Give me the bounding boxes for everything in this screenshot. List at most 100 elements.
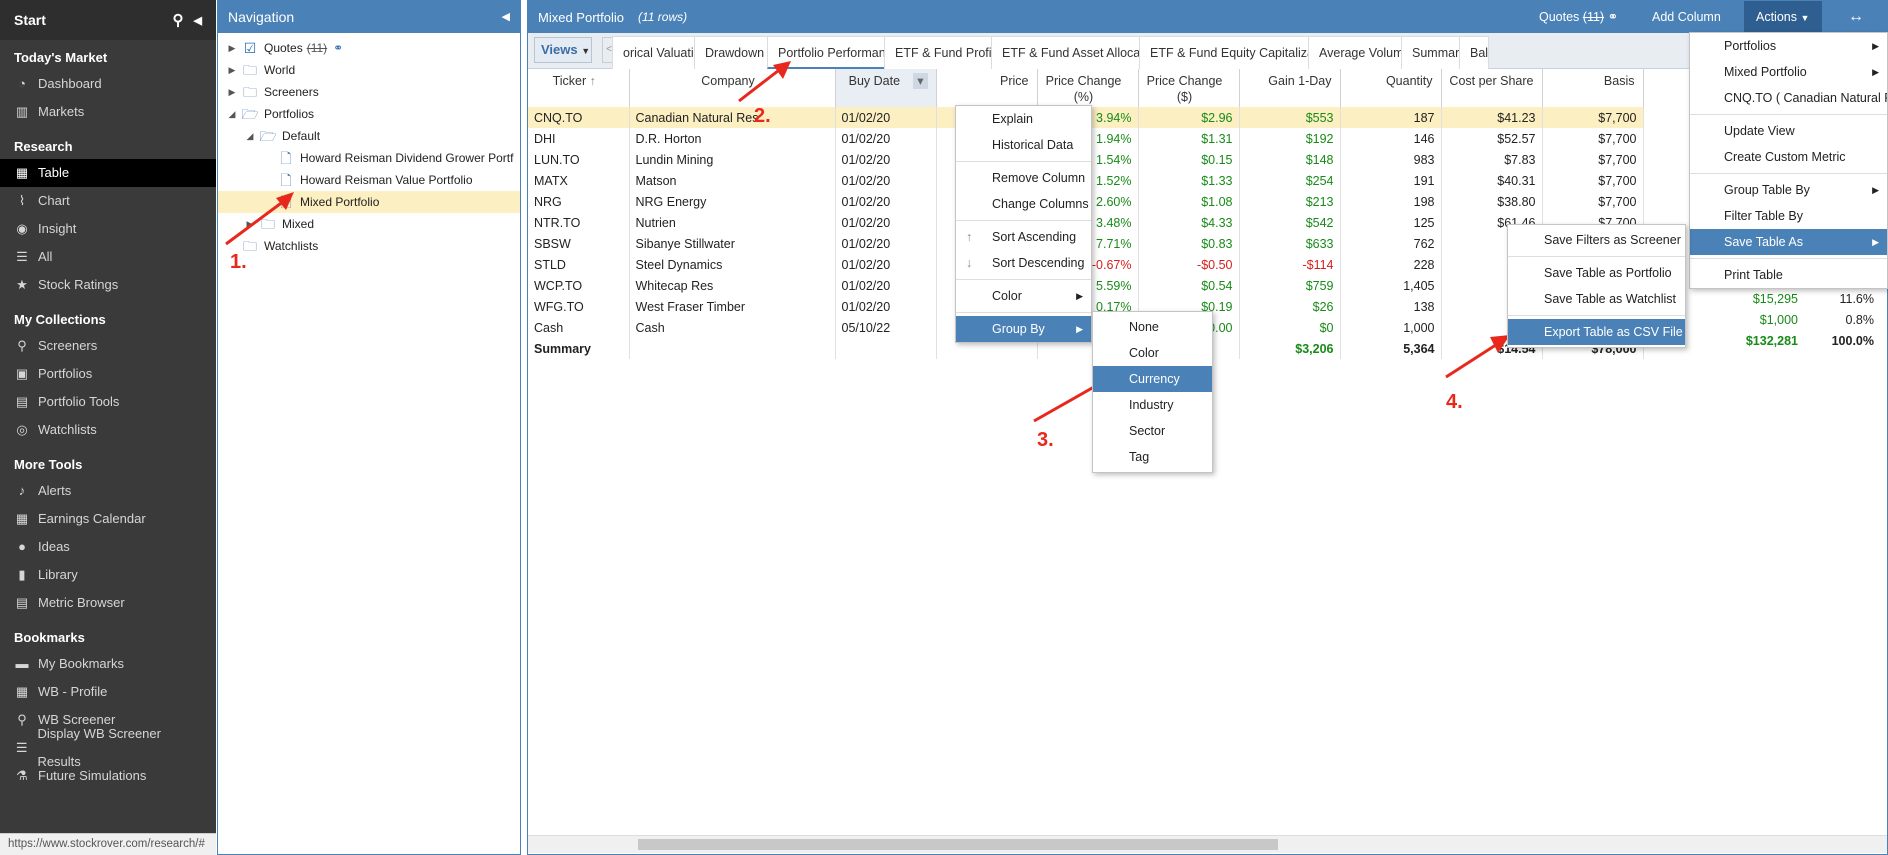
column-header[interactable]: Ticker ↑ [528, 69, 630, 107]
sidebar-item-earnings-calendar[interactable]: ▦ Earnings Calendar [0, 505, 216, 533]
expand-icon[interactable]: ↔ [1836, 1, 1876, 33]
expand-arrow-icon[interactable]: ▶ [224, 37, 240, 59]
actions-item-group-table-by[interactable]: Group Table By ▶ [1690, 177, 1887, 203]
tree-node-label: Portfolios [264, 107, 315, 121]
tree-node[interactable]: ▶ 🗀 World [218, 59, 520, 81]
sidebar-item-chart[interactable]: ⌇ Chart [0, 187, 216, 215]
sidebar-item-library[interactable]: ▮ Library [0, 561, 216, 589]
sidebar-item-all[interactable]: ☰ All [0, 243, 216, 271]
menu-item-historical-data[interactable]: Historical Data [956, 132, 1091, 158]
sidebar-item-portfolio-tools[interactable]: ▤ Portfolio Tools [0, 388, 216, 416]
actions-item-mixed-portfolio[interactable]: Mixed Portfolio ▶ [1690, 59, 1887, 85]
group-option-sector[interactable]: Sector [1093, 418, 1212, 444]
table-cell: $759 [1239, 275, 1341, 296]
tree-node[interactable]: ▶ ☑ Quotes (11) ⚭ [218, 37, 520, 59]
expand-arrow-icon[interactable]: ▶ [224, 81, 240, 103]
tab-etf-fund-profile[interactable]: ETF & Fund Profile [884, 36, 1008, 69]
link-icon[interactable]: ⚭ [333, 37, 343, 59]
actions-button[interactable]: Actions ▼ [1744, 1, 1822, 33]
column-header[interactable]: Price [936, 69, 1038, 107]
sidebar-item-markets[interactable]: ▥ Markets [0, 98, 216, 126]
tree-node[interactable]: ▶ 🗀 Screeners [218, 81, 520, 103]
table-cell: Sibanye Stillwater [629, 233, 836, 254]
table-cell: 01/02/20 [835, 233, 937, 254]
menu-item-color[interactable]: Color ▶ [956, 283, 1091, 309]
column-header[interactable]: Price Change (%) [1037, 69, 1139, 107]
save-item-save-table-as-watchlist[interactable]: Save Table as Watchlist [1508, 286, 1685, 312]
sidebar-item-display-wb-screener-results[interactable]: ☰ Display WB Screener Results [0, 726, 216, 769]
actions-item-update-view[interactable]: Update View [1690, 118, 1887, 144]
tree-node[interactable]: ◢ 🗁 Portfolios [218, 103, 520, 125]
menu-item-group-by[interactable]: Group By ▶ [956, 316, 1091, 342]
group-option-currency[interactable]: Currency [1093, 366, 1212, 392]
menu-item-change-columns[interactable]: Change Columns [956, 191, 1091, 217]
horizontal-scrollbar[interactable] [528, 835, 1887, 853]
table-cell: 01/02/20 [835, 107, 937, 128]
sidebar-item-insight[interactable]: ◉ Insight [0, 215, 216, 243]
summary-cell: 5,364 [1340, 338, 1442, 359]
column-header[interactable]: Cost per Share [1441, 69, 1543, 107]
column-header[interactable]: Quantity [1340, 69, 1442, 107]
actions-item-portfolios[interactable]: Portfolios ▶ [1690, 33, 1887, 59]
collapse-left-icon[interactable]: ◀ [194, 14, 202, 27]
collapse-arrow-icon[interactable]: ◢ [242, 125, 258, 147]
tab-orical-valuation[interactable]: orical Valuation [612, 36, 708, 69]
collapse-nav-icon[interactable]: ◀ [502, 1, 510, 33]
tree-node-label: Howard Reisman Dividend Grower Portf [300, 151, 514, 165]
start-label[interactable]: Start [14, 12, 46, 28]
tab-etf-fund-asset-allocation[interactable]: ETF & Fund Asset Allocation [991, 36, 1160, 69]
sidebar-item-stock-ratings[interactable]: ★ Stock Ratings [0, 271, 216, 299]
actions-item-filter-table-by[interactable]: Filter Table By [1690, 203, 1887, 229]
sidebar-item-my-bookmarks[interactable]: ▬ My Bookmarks [0, 650, 216, 678]
tab-etf-fund-equity-capitalization[interactable]: ETF & Fund Equity Capitalization [1139, 36, 1334, 69]
save-item-save-table-as-portfolio[interactable]: Save Table as Portfolio [1508, 260, 1685, 286]
chevron-down-icon: ▼ [581, 46, 591, 56]
tree-node-label: Quotes [264, 41, 303, 55]
column-header[interactable]: Buy Date ▾ [835, 69, 937, 107]
group-option-tag[interactable]: Tag [1093, 444, 1212, 470]
tree-node[interactable]: 🗋 Howard Reisman Dividend Grower Portf [218, 147, 520, 169]
column-header[interactable]: Basis [1542, 69, 1644, 107]
actions-item-save-table-as[interactable]: Save Table As ▶ [1690, 229, 1887, 255]
collapse-arrow-icon[interactable]: ◢ [224, 103, 240, 125]
save-item-export-table-as-csv-file[interactable]: Export Table as CSV File [1508, 319, 1685, 345]
sidebar-item-metric-browser[interactable]: ▤ Metric Browser [0, 589, 216, 617]
expand-arrow-icon[interactable]: ▶ [224, 59, 240, 81]
group-option-industry[interactable]: Industry [1093, 392, 1212, 418]
sidebar-item-table[interactable]: ▦ Table [0, 159, 216, 187]
actions-item-print-table[interactable]: Print Table [1690, 262, 1887, 288]
save-item-save-filters-as-screener[interactable]: Save Filters as Screener [1508, 227, 1685, 253]
quotes-button[interactable]: Quotes (11) ⚭ [1527, 1, 1630, 33]
group-option-none[interactable]: None [1093, 314, 1212, 340]
menu-item-sort-ascending[interactable]: ↑ Sort Ascending [956, 224, 1091, 250]
sidebar-item-ideas[interactable]: ● Ideas [0, 533, 216, 561]
sidebar-item-screeners[interactable]: ⚲ Screeners [0, 332, 216, 360]
menu-item-sort-descending[interactable]: ↓ Sort Descending [956, 250, 1091, 276]
sidebar-item-label: Portfolio Tools [38, 394, 120, 409]
views-button[interactable]: Views ▼ [534, 37, 592, 63]
sidebar-item-alerts[interactable]: ♪ Alerts [0, 477, 216, 505]
column-header[interactable]: Gain 1-Day [1239, 69, 1341, 107]
sidebar-item-portfolios[interactable]: ▣ Portfolios [0, 360, 216, 388]
navigation-header: Navigation ◀ [218, 1, 520, 33]
menu-item-remove-column[interactable]: Remove Column [956, 165, 1091, 191]
menu-item-explain[interactable]: Explain [956, 106, 1091, 132]
group-option-color[interactable]: Color [1093, 340, 1212, 366]
column-header[interactable]: Price Change ($) [1138, 69, 1240, 107]
scrollbar-thumb[interactable] [638, 839, 1278, 850]
actions-item-cnq-to-canadian-natural-resour[interactable]: CNQ.TO ( Canadian Natural Resources ) [1690, 85, 1887, 111]
tree-node[interactable]: ◢ 🗁 Default [218, 125, 520, 147]
sidebar-item-dashboard[interactable]: ◔ Dashboard [0, 70, 216, 98]
table-cell: $553 [1239, 107, 1341, 128]
column-dropdown-icon[interactable]: ▾ [913, 73, 928, 89]
column-header[interactable]: Company [629, 69, 836, 107]
add-column-button[interactable]: Add Column [1640, 1, 1733, 33]
group-by-submenu: None Color Currency Industry Sector Tag [1092, 311, 1213, 473]
sidebar-item-wb-profile[interactable]: ▦ WB - Profile [0, 678, 216, 706]
search-icon[interactable]: ⚲ [173, 11, 184, 29]
sidebar-item-watchlists[interactable]: ◎ Watchlists [0, 416, 216, 444]
table-cell: $7,700 [1542, 128, 1644, 149]
actions-item-create-custom-metric[interactable]: Create Custom Metric [1690, 144, 1887, 170]
annotation-label-1: 1. [230, 251, 247, 273]
tab-bal[interactable]: Bal [1459, 36, 1489, 69]
